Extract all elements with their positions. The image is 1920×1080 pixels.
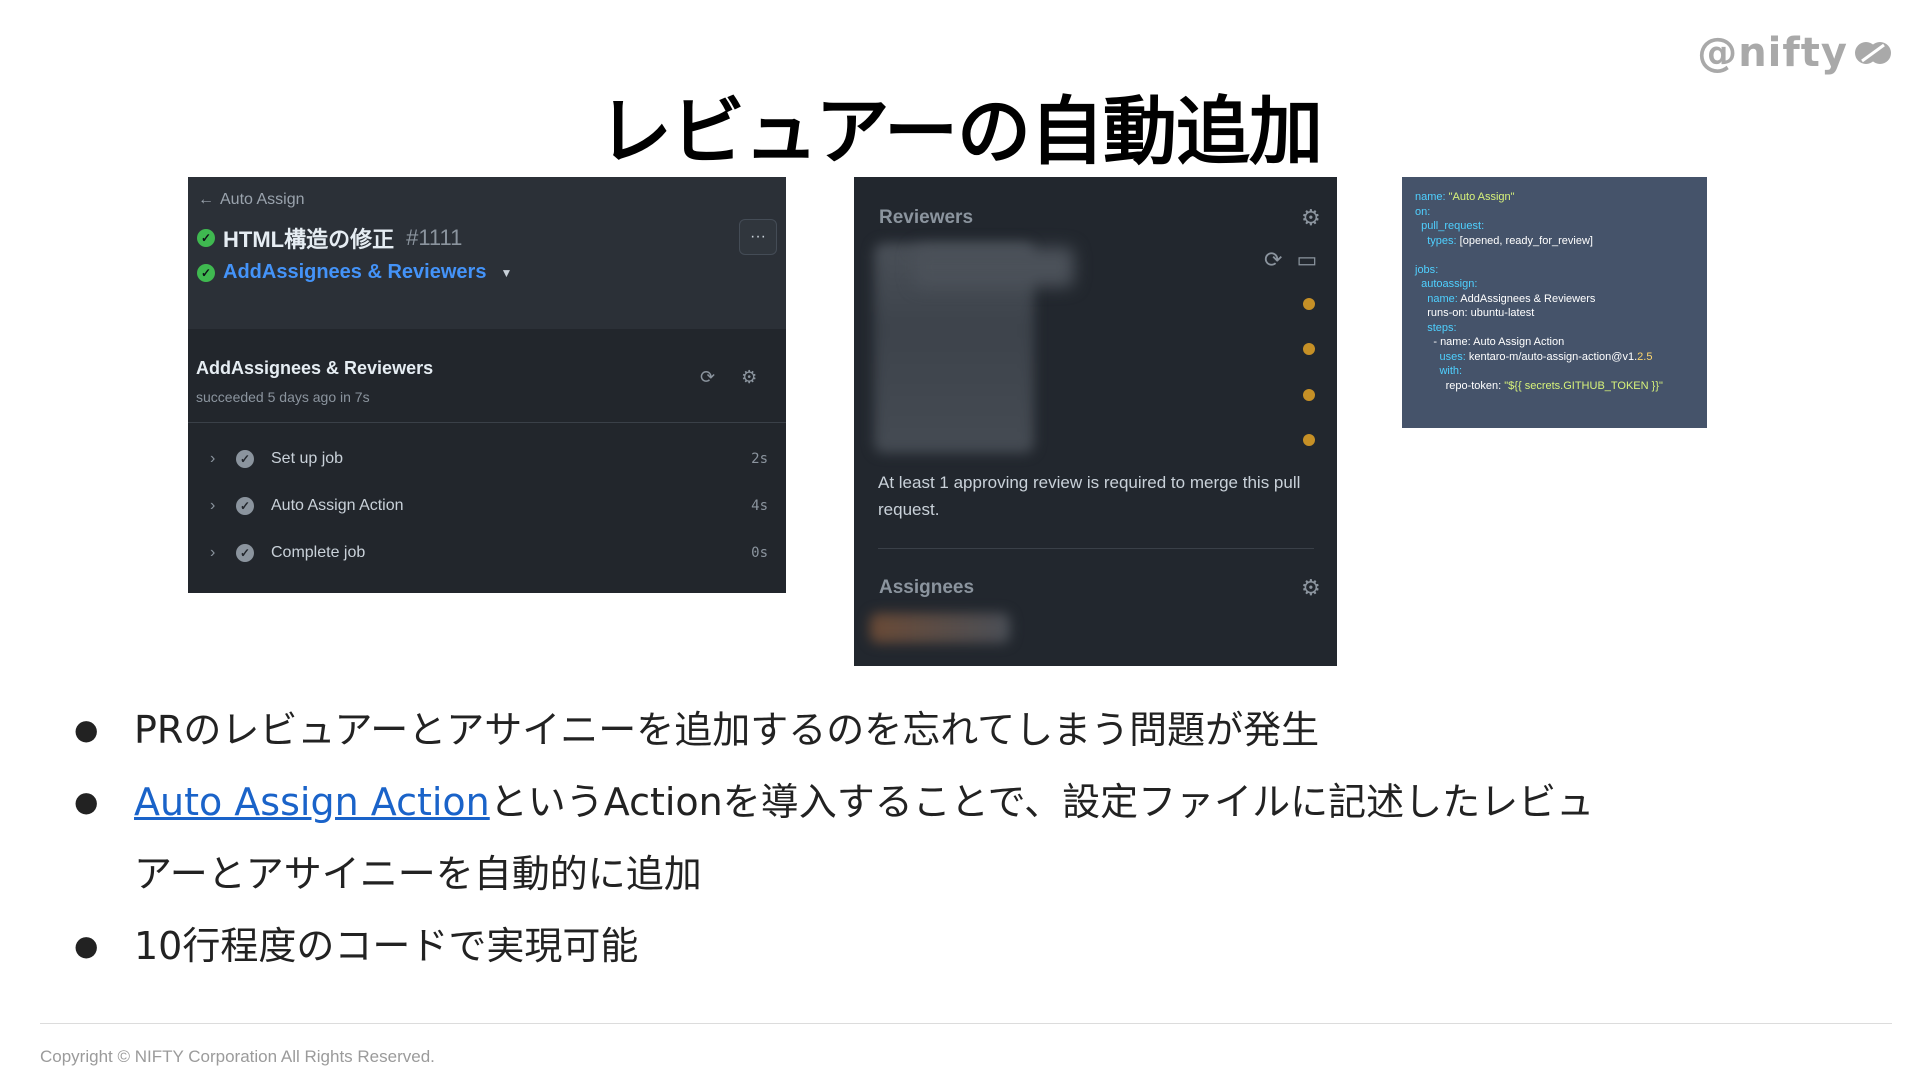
chevron-right-icon: › [210,544,216,561]
blurred-reviewer-name [914,247,1074,287]
bullet-text: 10行程度のコードで実現可能 [134,924,639,968]
bullet-item: ● Auto Assign ActionというActionを導入することで、設定… [70,766,1690,910]
step-label: Complete job [271,544,366,561]
more-options-button[interactable]: ··· [739,219,777,255]
back-label: Auto Assign [220,191,305,208]
footer-divider [40,1023,1892,1024]
bullet-text-continued: アーとアサイニーを自動的に追加 [134,852,702,896]
bullet-dot-icon: ● [74,713,99,746]
bullet-dot-icon: ● [74,785,99,818]
review-required-message: At least 1 approving review is required … [878,473,1301,519]
blurred-assignee [870,613,1010,643]
auto-assign-action-link[interactable]: Auto Assign Action [134,780,490,824]
step-label: Set up job [271,450,344,467]
pending-status-dot [1303,389,1315,401]
pr-title: HTML構造の修正 [223,227,395,252]
caret-down-icon: ▼ [500,265,513,280]
pr-title-row: ✓ HTML構造の修正 #1111 [197,222,462,254]
divider [878,548,1314,549]
bullet-dot-icon: ● [74,929,99,962]
assignees-heading: Assignees [879,577,975,598]
job-title: AddAssignees & Reviewers [196,358,434,378]
step-duration: 4s [751,498,768,514]
yaml-code: name: "Auto Assign" on: pull_request: ty… [1415,191,1663,392]
slide-title: レビュアーの自動追加 [597,89,1323,175]
pending-status-dot [1303,298,1315,310]
arrow-left-icon: ← [198,191,214,208]
bullet-list: ● PRのレビュアーとアサイニーを追加するのを忘れてしまう問題が発生 ● Aut… [70,694,1690,982]
chevron-right-icon: › [210,450,216,467]
logo-text: @nifty [1697,30,1848,76]
workflow-name: AddAssignees & Reviewers [223,261,487,283]
bullet-item: ● PRのレビュアーとアサイニーを追加するのを忘れてしまう問題が発生 [70,694,1690,766]
job-actions: ⟳ ⚙ [700,367,757,388]
check-circle-icon: ✓ [197,263,215,282]
nifty-logo: @nifty [1697,30,1892,76]
check-circle-icon: ✓ [236,450,254,468]
check-circle-icon: ✓ [236,544,254,562]
back-link[interactable]: ← Auto Assign [198,191,305,209]
refresh-icon[interactable]: ⟳ [700,367,715,388]
gear-icon[interactable]: ⚙ [1301,575,1321,601]
refresh-icon[interactable]: ⟳ [1264,247,1282,273]
bullet-item: ● 10行程度のコードで実現可能 [70,910,1690,982]
check-circle-icon: ✓ [197,229,215,247]
gear-icon[interactable]: ⚙ [1301,205,1321,231]
bullet-text: というActionを導入することで、設定ファイルに記述したレビュ [489,780,1595,824]
actions-job-screenshot: ← Auto Assign ✓ HTML構造の修正 #1111 ✓ AddAssig… [188,177,786,593]
nifty-logo-mark-icon [1855,42,1891,64]
workflow-row[interactable]: ✓ AddAssignees & Reviewers ▼ [197,261,512,284]
job-status: succeeded 5 days ago in 7s [196,389,370,405]
chevron-right-icon: › [210,497,216,514]
step-duration: 0s [751,545,768,561]
job-step[interactable]: › ✓ Set up job 2s [188,446,786,476]
bullet-text: PRのレビュアーとアサイニーを追加するのを忘れてしまう問題が発生 [134,708,1320,752]
reviewers-screenshot: Reviewers ⚙ ⟳ ▭ At least 1 approving rev… [854,177,1337,666]
pending-status-dot [1303,434,1315,446]
gear-icon[interactable]: ⚙ [741,367,757,388]
job-step[interactable]: › ✓ Complete job 0s [188,540,786,570]
step-label: Auto Assign Action [271,497,404,514]
comment-icon[interactable]: ▭ [1296,247,1317,273]
reviewer-actions: ⟳ ▭ [1264,247,1317,273]
copyright: Copyright © NIFTY Corporation All Rights… [40,1047,435,1066]
job-step[interactable]: › ✓ Auto Assign Action 4s [188,493,786,523]
step-duration: 2s [751,451,768,467]
divider [188,422,786,423]
reviewers-heading: Reviewers [879,207,974,228]
pending-status-dot [1303,343,1315,355]
pr-number: #1111 [406,225,463,250]
check-circle-icon: ✓ [236,497,254,515]
yaml-config-screenshot: name: "Auto Assign" on: pull_request: ty… [1402,177,1707,428]
